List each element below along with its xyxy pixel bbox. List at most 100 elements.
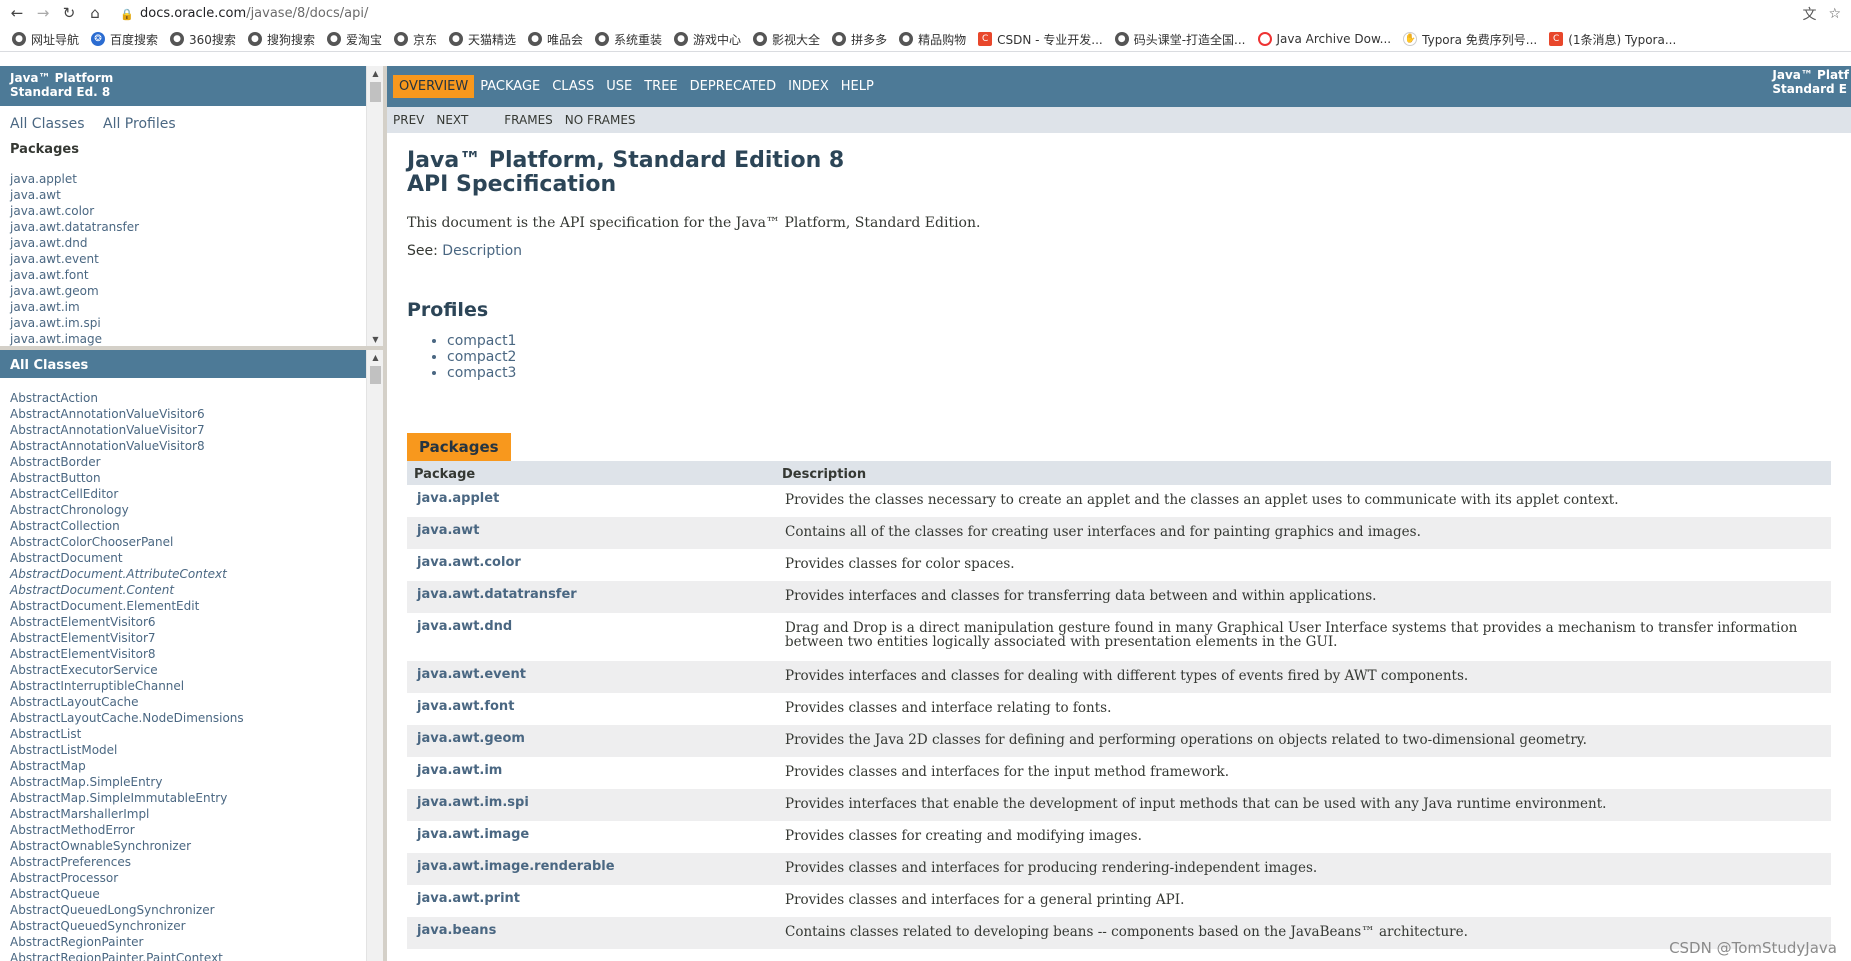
class-link[interactable]: AbstractElementVisitor6 — [10, 614, 356, 630]
class-link[interactable]: AbstractBorder — [10, 454, 356, 470]
forward-arrow-icon[interactable]: → — [34, 5, 52, 23]
bookmark-item[interactable]: C (1条消息) Typora... — [1549, 31, 1676, 48]
package-name-link[interactable]: java.awt.im — [407, 757, 775, 789]
nav-item-class[interactable]: CLASS — [546, 75, 600, 98]
description-link[interactable]: Description — [442, 243, 522, 259]
class-link[interactable]: AbstractDocument — [10, 550, 356, 566]
class-link[interactable]: AbstractList — [10, 726, 356, 742]
class-link[interactable]: AbstractElementVisitor8 — [10, 646, 356, 662]
class-link[interactable]: AbstractMap.SimpleEntry — [10, 774, 356, 790]
package-name-link[interactable]: java.awt.print — [407, 885, 775, 917]
bookmark-item[interactable]: ● 爱淘宝 — [326, 31, 382, 48]
bookmark-item[interactable]: ● 精品购物 — [899, 31, 966, 48]
scroll-up-icon[interactable]: ▲ — [367, 66, 384, 80]
class-link[interactable]: AbstractAnnotationValueVisitor6 — [10, 406, 356, 422]
package-name-link[interactable]: java.awt.image.renderable — [407, 853, 775, 885]
package-link[interactable]: java.awt.dnd — [10, 235, 356, 251]
class-link[interactable]: AbstractListModel — [10, 742, 356, 758]
package-link[interactable]: java.awt.event — [10, 251, 356, 267]
bookmark-item[interactable]: ● 拼多多 — [832, 31, 887, 48]
no-frames-link[interactable]: NO FRAMES — [565, 113, 636, 127]
back-arrow-icon[interactable]: ← — [8, 5, 26, 23]
class-link[interactable]: AbstractCellEditor — [10, 486, 356, 502]
class-link[interactable]: AbstractPreferences — [10, 854, 356, 870]
prev-link[interactable]: PREV — [393, 113, 424, 127]
bookmark-item[interactable]: ● 360搜索 — [170, 31, 236, 48]
profile-link[interactable]: compact3 — [447, 365, 1831, 381]
class-link[interactable]: AbstractDocument.AttributeContext — [10, 566, 356, 582]
class-link[interactable]: AbstractButton — [10, 470, 356, 486]
package-name-link[interactable]: java.awt.font — [407, 693, 775, 725]
scroll-thumb[interactable] — [370, 366, 381, 384]
scroll-thumb[interactable] — [370, 82, 381, 102]
home-icon[interactable]: ⌂ — [86, 5, 104, 23]
bookmark-item[interactable]: ❂ 百度搜索 — [91, 31, 158, 48]
package-name-link[interactable]: java.awt.color — [407, 549, 775, 581]
nav-item-index[interactable]: INDEX — [782, 75, 835, 98]
package-name-link[interactable]: java.awt.dnd — [407, 613, 775, 661]
package-name-link[interactable]: java.awt — [407, 517, 775, 549]
package-name-link[interactable]: java.awt.image — [407, 821, 775, 853]
class-link[interactable]: AbstractLayoutCache.NodeDimensions — [10, 710, 356, 726]
package-link[interactable]: java.awt.datatransfer — [10, 219, 356, 235]
bookmark-item[interactable]: ● 京东 — [393, 31, 437, 48]
bookmark-item[interactable]: ● 网址导航 — [12, 31, 79, 48]
translate-icon[interactable]: 文 — [1802, 4, 1816, 24]
class-link[interactable]: AbstractProcessor — [10, 870, 356, 886]
package-name-link[interactable]: java.beans — [407, 917, 775, 949]
package-link[interactable]: java.applet — [10, 171, 356, 187]
class-link[interactable]: AbstractMap — [10, 758, 356, 774]
classes-scrollbar[interactable]: ▲ — [366, 350, 383, 961]
package-name-link[interactable]: java.awt.datatransfer — [407, 581, 775, 613]
class-link[interactable]: AbstractElementVisitor7 — [10, 630, 356, 646]
nav-item-deprecated[interactable]: DEPRECATED — [684, 75, 782, 98]
class-link[interactable]: AbstractQueuedSynchronizer — [10, 918, 356, 934]
class-link[interactable]: AbstractQueuedLongSynchronizer — [10, 902, 356, 918]
nav-item-use[interactable]: USE — [600, 75, 638, 98]
bookmark-item[interactable]: Java Archive Dow... — [1257, 32, 1391, 46]
bookmark-item[interactable]: ● 系统重装 — [595, 31, 662, 48]
package-name-link[interactable]: java.awt.im.spi — [407, 789, 775, 821]
class-link[interactable]: AbstractChronology — [10, 502, 356, 518]
next-link[interactable]: NEXT — [436, 113, 468, 127]
package-link[interactable]: java.awt.color — [10, 203, 356, 219]
url-input[interactable]: 🔒 docs.oracle.com/javase/8/docs/api/ — [120, 3, 1802, 25]
bookmark-item[interactable]: ● 影视大全 — [753, 31, 820, 48]
class-link[interactable]: AbstractExecutorService — [10, 662, 356, 678]
profile-link[interactable]: compact2 — [447, 349, 1831, 365]
profile-link[interactable]: compact1 — [447, 333, 1831, 349]
bookmark-item[interactable]: ● 天猫精选 — [448, 31, 516, 48]
frames-link[interactable]: FRAMES — [504, 113, 553, 127]
class-link[interactable]: AbstractRegionPainter.PaintContext — [10, 950, 356, 961]
class-link[interactable]: AbstractMarshallerImpl — [10, 806, 356, 822]
star-icon[interactable]: ☆ — [1828, 6, 1841, 22]
package-link[interactable]: java.awt.geom — [10, 283, 356, 299]
scroll-up-icon[interactable]: ▲ — [367, 350, 384, 364]
class-link[interactable]: AbstractLayoutCache — [10, 694, 356, 710]
reload-icon[interactable]: ↻ — [60, 5, 78, 23]
bookmark-item[interactable]: ✋ Typora 免费序列号... — [1403, 31, 1537, 48]
class-link[interactable]: AbstractMethodError — [10, 822, 356, 838]
class-link[interactable]: AbstractRegionPainter — [10, 934, 356, 950]
package-name-link[interactable]: java.awt.event — [407, 661, 775, 693]
class-link[interactable]: AbstractOwnableSynchronizer — [10, 838, 356, 854]
bookmark-item[interactable]: C CSDN - 专业开发... — [978, 31, 1103, 48]
class-link[interactable]: AbstractDocument.Content — [10, 582, 356, 598]
nav-item-help[interactable]: HELP — [835, 75, 880, 98]
all-classes-link[interactable]: All Classes — [10, 116, 85, 132]
bookmark-item[interactable]: ● 码头课堂-打造全国... — [1114, 31, 1246, 48]
bookmark-item[interactable]: ● 搜狗搜索 — [247, 31, 315, 48]
package-name-link[interactable]: java.applet — [407, 485, 775, 517]
package-link[interactable]: java.awt.im.spi — [10, 315, 356, 331]
package-link[interactable]: java.awt.im — [10, 299, 356, 315]
class-link[interactable]: AbstractMap.SimpleImmutableEntry — [10, 790, 356, 806]
packages-scrollbar[interactable]: ▲ ▼ — [366, 66, 383, 346]
nav-item-overview[interactable]: OVERVIEW — [393, 75, 475, 98]
class-link[interactable]: AbstractColorChooserPanel — [10, 534, 356, 550]
nav-item-package[interactable]: PACKAGE — [474, 75, 546, 98]
all-profiles-link[interactable]: All Profiles — [103, 116, 176, 132]
class-link[interactable]: AbstractAction — [10, 390, 356, 406]
class-link[interactable]: AbstractInterruptibleChannel — [10, 678, 356, 694]
package-link[interactable]: java.awt — [10, 187, 356, 203]
class-link[interactable]: AbstractCollection — [10, 518, 356, 534]
